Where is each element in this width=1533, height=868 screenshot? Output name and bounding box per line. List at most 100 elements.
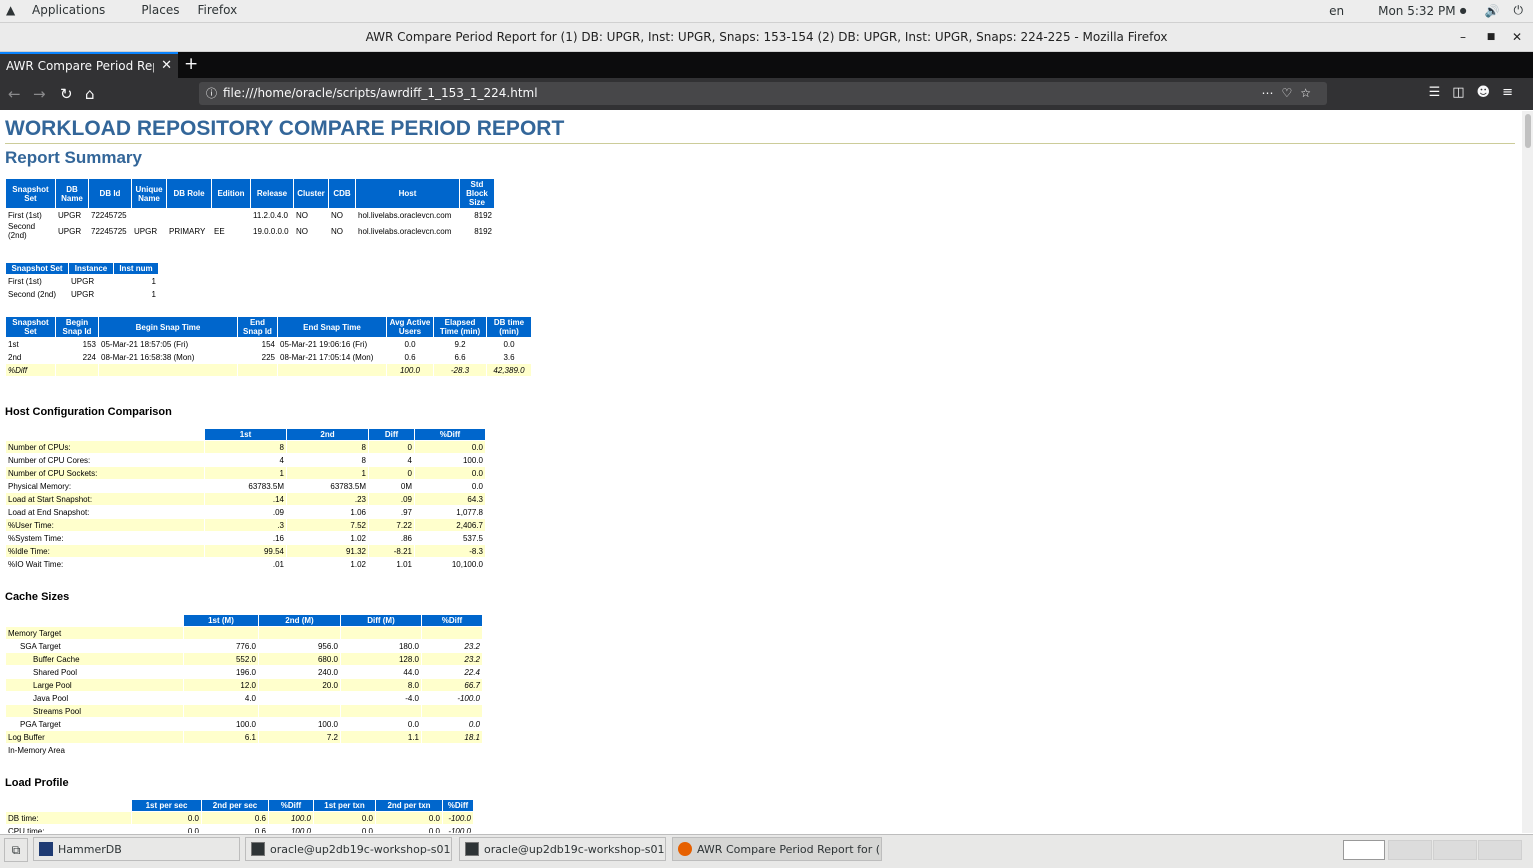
taskbar-item-terminal-2[interactable]: oracle@up2db19c-workshop-s01-2... bbox=[459, 837, 666, 861]
column-header: Avg Active Users bbox=[387, 317, 433, 337]
column-header: Unique Name bbox=[132, 179, 166, 208]
table-cell: 100.0 bbox=[269, 812, 313, 824]
sidebar-icon[interactable]: ◫ bbox=[1452, 85, 1476, 100]
column-header: Snapshot Set bbox=[6, 179, 55, 208]
page-scrollbar[interactable] bbox=[1522, 111, 1533, 833]
column-header bbox=[6, 615, 183, 626]
table-row: First (1st) UPGR 72245725 11.2.0.4.0 NO NO hol… bbox=[6, 209, 494, 221]
table-cell: .97 bbox=[400, 507, 412, 517]
table-cell: 6.6 bbox=[454, 352, 466, 362]
volume-icon[interactable]: 🔊 bbox=[1485, 4, 1500, 18]
workspace-2[interactable] bbox=[1388, 840, 1432, 860]
table-header-row: Snapshot Set Begin Snap Id Begin Snap Time… bbox=[6, 317, 531, 337]
table-cell: 4.0 bbox=[244, 693, 256, 703]
clock[interactable]: Mon 5:32 PM bbox=[1378, 4, 1455, 18]
table-cell: Load at End Snapshot: bbox=[8, 507, 90, 517]
workspace-4[interactable] bbox=[1478, 840, 1522, 860]
show-desktop-button[interactable]: ⧉ bbox=[4, 838, 28, 862]
table-cell: 22.4 bbox=[464, 667, 480, 677]
table-cell: 7.2 bbox=[259, 731, 340, 743]
account-icon[interactable]: ☻ bbox=[1477, 85, 1503, 100]
load-profile-table: 1st per sec 2nd per sec %Diff 1st per txn 2n… bbox=[5, 799, 474, 833]
table-cell: 0.0 bbox=[407, 719, 419, 729]
table-cell: 05-Mar-21 18:57:05 (Fri) bbox=[101, 339, 189, 349]
table-row: Number of CPU Cores: 4 8 4 100.0 bbox=[6, 454, 485, 466]
places-menu[interactable]: Places bbox=[141, 3, 179, 17]
load-profile-heading: Load Profile bbox=[5, 777, 69, 789]
table-row: Buffer Cache 552.0 680.0 128.0 23.2 bbox=[6, 653, 482, 665]
terminal-icon bbox=[251, 842, 265, 856]
table-cell: 72245725 bbox=[91, 210, 127, 220]
power-icon[interactable]: ⏻ bbox=[1514, 3, 1524, 18]
url-text[interactable]: file:///home/oracle/scripts/awrdiff_1_15… bbox=[223, 82, 538, 105]
table-cell: 23.2 bbox=[464, 641, 480, 651]
column-header: %Diff bbox=[415, 429, 485, 440]
page-info-icon[interactable]: ⓘ bbox=[206, 82, 217, 105]
taskbar-item-hammerdb[interactable]: HammerDB bbox=[33, 837, 240, 861]
reload-button[interactable]: ↻ bbox=[60, 84, 73, 104]
menu-icon[interactable]: ≡ bbox=[1502, 85, 1525, 100]
column-header: DB Id bbox=[89, 179, 131, 208]
table-cell: Large Pool bbox=[6, 679, 183, 691]
table-row: 1st 153 05-Mar-21 18:57:05 (Fri) 154 05-Mar-… bbox=[6, 338, 531, 350]
new-tab-button[interactable]: + bbox=[184, 52, 198, 76]
bookmark-star-icon[interactable]: ☆ bbox=[1300, 86, 1319, 100]
table-cell: hol.livelabs.oraclevcn.com bbox=[358, 226, 452, 236]
table-cell: 776.0 bbox=[235, 641, 256, 651]
table-cell bbox=[184, 705, 258, 717]
table-cell: 12.0 bbox=[184, 679, 258, 691]
table-cell: Log Buffer bbox=[6, 731, 183, 743]
table-cell: 0.0 bbox=[503, 339, 515, 349]
table-row: %Idle Time: 99.54 91.32 -8.21 -8.3 bbox=[6, 545, 485, 557]
table-cell: 0 bbox=[369, 467, 414, 479]
workspace-1[interactable] bbox=[1343, 840, 1385, 860]
column-header: End Snap Time bbox=[278, 317, 386, 337]
minimize-button[interactable]: – bbox=[1452, 23, 1474, 51]
table-header-row: 1st (M) 2nd (M) Diff (M) %Diff bbox=[6, 615, 482, 626]
table-cell: 128.0 bbox=[341, 653, 421, 665]
table-cell: -8.21 bbox=[369, 545, 414, 557]
library-icon[interactable]: ☰ bbox=[1429, 85, 1453, 100]
column-header: Release bbox=[251, 179, 293, 208]
table-cell: 537.5 bbox=[462, 533, 483, 543]
table-cell: 1 bbox=[205, 467, 286, 479]
close-window-button[interactable]: ✕ bbox=[1506, 23, 1528, 51]
page-actions-icon[interactable]: ⋯ bbox=[1261, 86, 1281, 100]
table-cell: 100.0 bbox=[462, 455, 483, 465]
report-summary-heading: Report Summary bbox=[5, 148, 142, 167]
input-language-indicator[interactable]: en bbox=[1329, 4, 1344, 18]
table-cell: Streams Pool bbox=[6, 705, 183, 717]
scrollbar-thumb[interactable] bbox=[1525, 114, 1531, 148]
table-cell: 240.0 bbox=[317, 667, 338, 677]
applications-icon: ▲ bbox=[6, 3, 16, 17]
report-title: WORKLOAD REPOSITORY COMPARE PERIOD REPOR… bbox=[5, 117, 1515, 144]
column-header: 1st (M) bbox=[184, 615, 258, 626]
table-cell: %Diff bbox=[6, 364, 55, 376]
url-bar[interactable]: ⓘ file:///home/oracle/scripts/awrdiff_1_… bbox=[199, 82, 1327, 105]
workspace-3[interactable] bbox=[1433, 840, 1477, 860]
home-button[interactable]: ⌂ bbox=[85, 84, 95, 104]
back-button[interactable]: ← bbox=[8, 84, 21, 104]
taskbar-item-terminal-1[interactable]: oracle@up2db19c-workshop-s01-2... bbox=[245, 837, 452, 861]
forward-button[interactable]: → bbox=[33, 84, 46, 104]
column-header: Instance bbox=[69, 263, 113, 274]
table-cell: 100.0 bbox=[387, 364, 433, 376]
close-tab-icon[interactable]: ✕ bbox=[161, 53, 172, 79]
pocket-icon[interactable]: ♡ bbox=[1281, 86, 1300, 100]
table-cell: Second (2nd) bbox=[8, 289, 57, 299]
table-cell: 0.0 bbox=[471, 481, 483, 491]
maximize-button[interactable]: ■ bbox=[1480, 23, 1502, 51]
table-cell bbox=[99, 364, 237, 376]
taskbar-item-firefox[interactable]: AWR Compare Period Report for (1... bbox=[672, 837, 882, 861]
tab-awr-report[interactable]: AWR Compare Period Report ✕ bbox=[0, 52, 178, 78]
column-header: %Diff bbox=[422, 615, 482, 626]
firefox-menu[interactable]: Firefox bbox=[197, 3, 237, 17]
applications-menu[interactable]: ▲ Applications bbox=[6, 3, 123, 17]
window-title-bar: AWR Compare Period Report for (1) DB: UP… bbox=[0, 23, 1533, 52]
table-row: Second (2nd) UPGR 1 bbox=[6, 288, 158, 300]
table-row: Load at Start Snapshot: .14.23.09 64.3 bbox=[6, 493, 485, 505]
table-cell bbox=[259, 744, 340, 756]
table-cell bbox=[259, 692, 340, 704]
table-cell: 1st bbox=[8, 339, 19, 349]
table-row: Second (2nd) UPGR 72245725 UPGR PRIMARY EE 19.… bbox=[6, 222, 494, 240]
